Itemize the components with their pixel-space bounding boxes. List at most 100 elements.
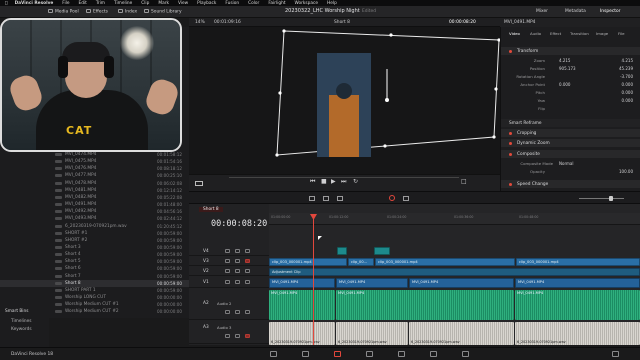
mute-icon[interactable] [245, 334, 250, 338]
viewer-zoom[interactable]: 14% [195, 20, 205, 25]
fullscreen-icon[interactable]: □ [461, 179, 467, 185]
stop-icon[interactable]: ■ [321, 179, 327, 185]
zoom-slider-thumb[interactable] [609, 196, 613, 201]
blade-tool-icon[interactable] [337, 196, 343, 201]
timeline-clip[interactable]: clip_003_000001.mp4 [269, 258, 347, 266]
timeline-clip[interactable]: MVI_0491.MP4 [409, 278, 514, 288]
loop-icon[interactable]: ↻ [353, 179, 358, 185]
auto-select-icon[interactable] [235, 269, 240, 273]
smart-bin-keywords[interactable]: Keywords [11, 327, 32, 332]
effects-tab[interactable]: Effects [86, 9, 108, 15]
inspector-tab[interactable]: Inspector [600, 9, 620, 14]
audio-clip[interactable]: MVI_0491.MP4 [269, 290, 335, 320]
menu-item-edit[interactable]: Edit [78, 1, 86, 6]
menu-app-name[interactable]: DaVinci Resolve [15, 1, 54, 6]
page-color-icon[interactable] [398, 351, 405, 357]
timeline-clip[interactable]: clip_00... [348, 258, 374, 266]
cropping-section[interactable]: Cropping [501, 129, 640, 137]
track-visibility-icon[interactable] [245, 280, 250, 284]
solo-icon[interactable] [235, 334, 240, 338]
menu-item-color[interactable]: Color [248, 1, 259, 6]
metadata-tab[interactable]: Metadata [565, 9, 586, 14]
track-visibility-icon[interactable] [245, 269, 250, 273]
lock-track-icon[interactable] [225, 249, 230, 253]
dynamic-zoom-section[interactable]: Dynamic Zoom [501, 139, 640, 147]
rotation-field[interactable]: -3.700 [620, 74, 633, 79]
menu-item-playback[interactable]: Playback [197, 1, 216, 6]
timeline-clip[interactable]: MVI_0491.MP4 [515, 278, 640, 288]
auto-select-icon[interactable] [235, 280, 240, 284]
pitch-field[interactable]: 0.000 [622, 90, 633, 95]
timeline-clip[interactable]: MVI_0491.MP4 [336, 278, 408, 288]
lock-track-icon[interactable] [225, 310, 230, 314]
position-x-field[interactable]: 905.173 [559, 66, 576, 71]
skip-back-icon[interactable]: ⏮ [310, 179, 315, 185]
viewer-canvas[interactable] [189, 27, 500, 174]
menu-item-trim[interactable]: Trim [96, 1, 105, 6]
zoom-slider[interactable] [579, 198, 624, 199]
audio-clip[interactable]: MVI_0491.MP4 [336, 290, 514, 320]
menu-item-help[interactable]: Help [327, 1, 337, 6]
track-visibility-icon[interactable] [245, 259, 250, 263]
lock-track-icon[interactable] [225, 280, 230, 284]
transform-mode-icon[interactable] [195, 181, 203, 186]
media-pool-tab[interactable]: Media Pool [48, 9, 79, 15]
page-media-icon[interactable] [270, 351, 277, 357]
page-fairlight-icon[interactable] [430, 351, 437, 357]
audio-clip[interactable]: MVI_0491.MP4 [515, 290, 640, 320]
timeline-clip[interactable]: clip_003_000001.mp4 [375, 258, 515, 266]
play-icon[interactable]: ▶ [331, 179, 336, 185]
trim-tool-icon[interactable] [323, 196, 329, 201]
zoom-y-field[interactable]: 4.215 [622, 58, 633, 63]
menu-item-fairlight[interactable]: Fairlight [268, 1, 285, 6]
selection-tool-icon[interactable] [309, 196, 315, 201]
transform-section[interactable]: Transform [501, 47, 640, 55]
menu-item-file[interactable]: File [62, 1, 69, 6]
index-tab[interactable]: Index [118, 9, 137, 15]
lock-track-icon[interactable] [225, 259, 230, 263]
timeline-clip[interactable]: MVI_0491.MP4 [269, 278, 335, 288]
timeline-tab-short8[interactable]: Short 8 [199, 207, 223, 212]
inspector-tab-video[interactable]: Video [509, 31, 520, 36]
adjustment-clip[interactable]: Adjustment Clip [269, 268, 640, 276]
playhead[interactable] [313, 216, 314, 345]
menu-item-clip[interactable]: Clip [141, 1, 149, 6]
page-deliver-icon[interactable] [462, 351, 469, 357]
opacity-field[interactable]: 100.00 [619, 169, 633, 174]
enabled-dot[interactable] [509, 182, 512, 186]
timeline-clip[interactable] [337, 247, 347, 255]
enabled-dot[interactable] [509, 152, 512, 156]
inspector-tab-image[interactable]: Image [596, 31, 608, 36]
apple-icon[interactable]:  [5, 1, 8, 6]
track-visibility-icon[interactable] [245, 249, 250, 253]
composite-section[interactable]: Composite [501, 150, 640, 158]
auto-select-icon[interactable] [235, 249, 240, 253]
timeline-selector[interactable]: Short 8 [334, 20, 350, 25]
enabled-dot[interactable] [509, 131, 512, 135]
composite-mode-select[interactable]: Normal [559, 161, 573, 166]
timeline-clip[interactable]: clip_003_000001.mp4 [516, 258, 640, 266]
page-fusion-icon[interactable] [366, 351, 373, 357]
position-y-field[interactable]: 45.239 [619, 66, 633, 71]
timeline-clip[interactable] [374, 247, 390, 255]
menu-item-workspace[interactable]: Workspace [295, 1, 319, 6]
audio-clip[interactable]: 6_20230319-070921pm.wav [409, 322, 514, 345]
inspector-tab-transition[interactable]: Transition [570, 31, 589, 36]
mute-icon[interactable] [245, 310, 250, 314]
link-icon[interactable] [403, 196, 409, 201]
menu-item-view[interactable]: View [178, 1, 188, 6]
menu-item-mark[interactable]: Mark [158, 1, 169, 6]
snapping-icon[interactable] [389, 195, 395, 201]
page-cut-icon[interactable] [302, 351, 309, 357]
sound-library-tab[interactable]: Sound Library [144, 9, 182, 15]
solo-icon[interactable] [235, 310, 240, 314]
lock-track-icon[interactable] [225, 269, 230, 273]
enabled-dot[interactable] [509, 141, 512, 145]
timeline-tracks[interactable]: clip_003_000001.mp4 clip_00... clip_003_… [269, 204, 640, 345]
inspector-tab-effect[interactable]: Effect [550, 31, 561, 36]
audio-clip[interactable]: 6_20230319-070921pm.wav [515, 322, 640, 345]
anchor-y-field[interactable]: 0.000 [622, 82, 633, 87]
lock-track-icon[interactable] [225, 334, 230, 338]
smart-bin-timelines[interactable]: Timelines [11, 319, 32, 324]
auto-select-icon[interactable] [235, 259, 240, 263]
